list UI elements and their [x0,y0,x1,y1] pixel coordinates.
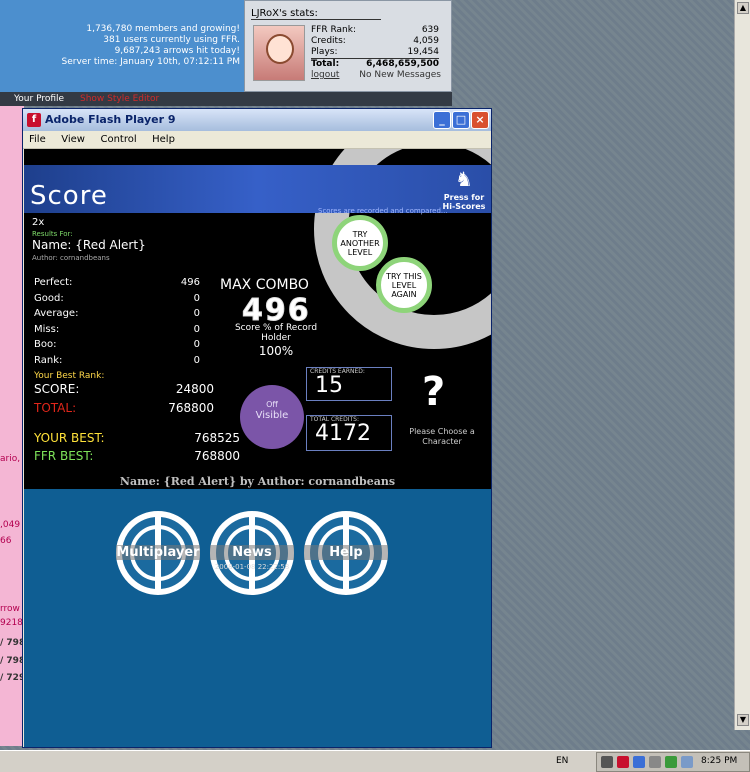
character-select-icon[interactable]: ? [422,369,445,415]
max-combo-label: MAX COMBO [220,277,309,293]
total-row: TOTAL: 768800 [34,401,214,415]
network-icon[interactable] [633,756,645,768]
site-header: 1,736,780 members and growing! 381 users… [0,0,452,92]
game-stage: Score ♞ Press for Hi-Scores Scores are r… [24,149,491,747]
menu-panel: Multiplayer News 2008-01-08 22:22:58 Hel… [24,489,491,747]
news-button[interactable]: News 2008-01-08 22:22:58 [210,511,294,595]
stat-row-rank: FFR Rank: 639 [311,25,439,35]
members-count: 1,736,780 members and growing! [86,24,240,34]
scores-note: Scores are recorded and compared... [318,207,448,215]
stat-row-credits: Credits: 4,059 [311,36,439,46]
judgement-list: Perfect: 496 Good: 0 Average: 0 Miss: 0 Boo:… [34,277,200,370]
stats-table: FFR Rank: 639 Credits: 4,059 Plays: 19,454 … [311,25,439,70]
messages-link[interactable]: No New Messages [359,70,441,80]
credits-earned-box: CREDITS EARNED: 15 [306,367,392,401]
ati-icon[interactable] [617,756,629,768]
page-scrollbar[interactable]: ▲ ▼ [734,0,750,730]
judge-row: Miss: 0 [34,323,200,335]
minimize-button[interactable]: _ [433,111,451,129]
menu-control[interactable]: Control [100,134,136,145]
player-figure-icon: ♞ [455,167,473,191]
page-content-strip: ario, ,049 66 rrow 9218 / 798 / 798 / 72… [0,106,24,746]
maximize-button[interactable]: □ [452,111,470,129]
steam-icon[interactable] [601,756,613,768]
volume-icon[interactable] [681,756,693,768]
record-holder-label: Score % of Record Holder [234,323,318,343]
stats-title: LJRoX's stats: [251,8,381,20]
menu-file[interactable]: File [29,134,46,145]
logout-link[interactable]: logout [311,70,339,80]
multiplayer-button[interactable]: Multiplayer [116,511,200,595]
server-time: Server time: January 10th, 07:12:11 PM [61,57,240,67]
user-stats-box: LJRoX's stats: FFR Rank: 639 Credits: 4,05… [244,0,452,92]
total-credits-box: TOTAL CREDITS: 4172 [306,415,392,451]
judge-row: Average: 0 [34,308,200,319]
site-info: 1,736,780 members and growing! 381 users… [0,24,240,68]
ffr-best-row: FFR BEST: 768800 [34,449,240,463]
security-icon[interactable] [649,756,661,768]
menu-view[interactable]: View [61,134,85,145]
try-another-level-button[interactable]: TRY ANOTHER LEVEL [332,215,388,271]
menu-bar: File View Control Help [23,131,491,149]
judge-row: Boo: 0 [34,339,200,350]
users-online: 381 users currently using FFR. [103,35,240,45]
avatar[interactable] [253,25,305,81]
news-date: 2008-01-08 22:22:58 [214,563,290,571]
score-banner: Score ♞ Press for Hi-Scores [24,165,491,213]
song-author: Author: cornandbeans [32,254,110,262]
visible-toggle[interactable]: Off Visible [240,385,304,449]
system-tray: 8:25 PM [596,752,750,772]
judge-row: Perfect: 496 [34,277,200,288]
character-note: Please Choose a Character [409,427,475,446]
score-row: SCORE: 24800 [34,382,214,396]
help-button[interactable]: Help [304,511,388,595]
clock[interactable]: 8:25 PM [701,756,737,766]
judge-row: Good: 0 [34,292,200,304]
scroll-down-icon[interactable]: ▼ [737,714,749,726]
screen-title: Score [30,181,108,211]
results-for-label: Results For: [32,230,73,238]
close-button[interactable]: × [471,111,489,129]
language-indicator[interactable]: EN [556,756,568,766]
hiscores-button[interactable]: ♞ Press for Hi-Scores [441,167,487,211]
style-editor-link[interactable]: Show Style Editor [80,94,159,104]
arrows-hit: 9,687,243 arrows hit today! [114,46,240,56]
record-holder-pct: 100% [258,344,294,358]
site-nav: Your Profile Show Style Editor [0,92,452,106]
window-titlebar[interactable]: f Adobe Flash Player 9 _ □ × [23,109,491,131]
your-best-row: YOUR BEST: 768525 [34,431,240,445]
song-footer: Name: {Red Alert} by Author: cornandbean… [119,475,396,488]
your-profile-link[interactable]: Your Profile [14,94,64,104]
flash-app-icon: f [27,113,41,127]
try-again-button[interactable]: TRY THIS LEVEL AGAIN [376,257,432,313]
song-name: Name: {Red Alert} [32,238,146,252]
judge-row: Rank: 0 [34,354,200,366]
menu-help[interactable]: Help [152,134,175,145]
update-icon[interactable] [665,756,677,768]
stat-row-total: Total: 6,468,659,500 [311,58,439,69]
stat-row-plays: Plays: 19,454 [311,47,439,57]
multiplier: 2x [32,217,45,228]
taskbar: EN 8:25 PM [0,750,750,772]
window-title: Adobe Flash Player 9 [45,113,176,126]
flash-player-window: f Adobe Flash Player 9 _ □ × File View C… [22,108,492,748]
scroll-up-icon[interactable]: ▲ [737,2,749,14]
best-rank-label: Your Best Rank: [34,371,105,381]
